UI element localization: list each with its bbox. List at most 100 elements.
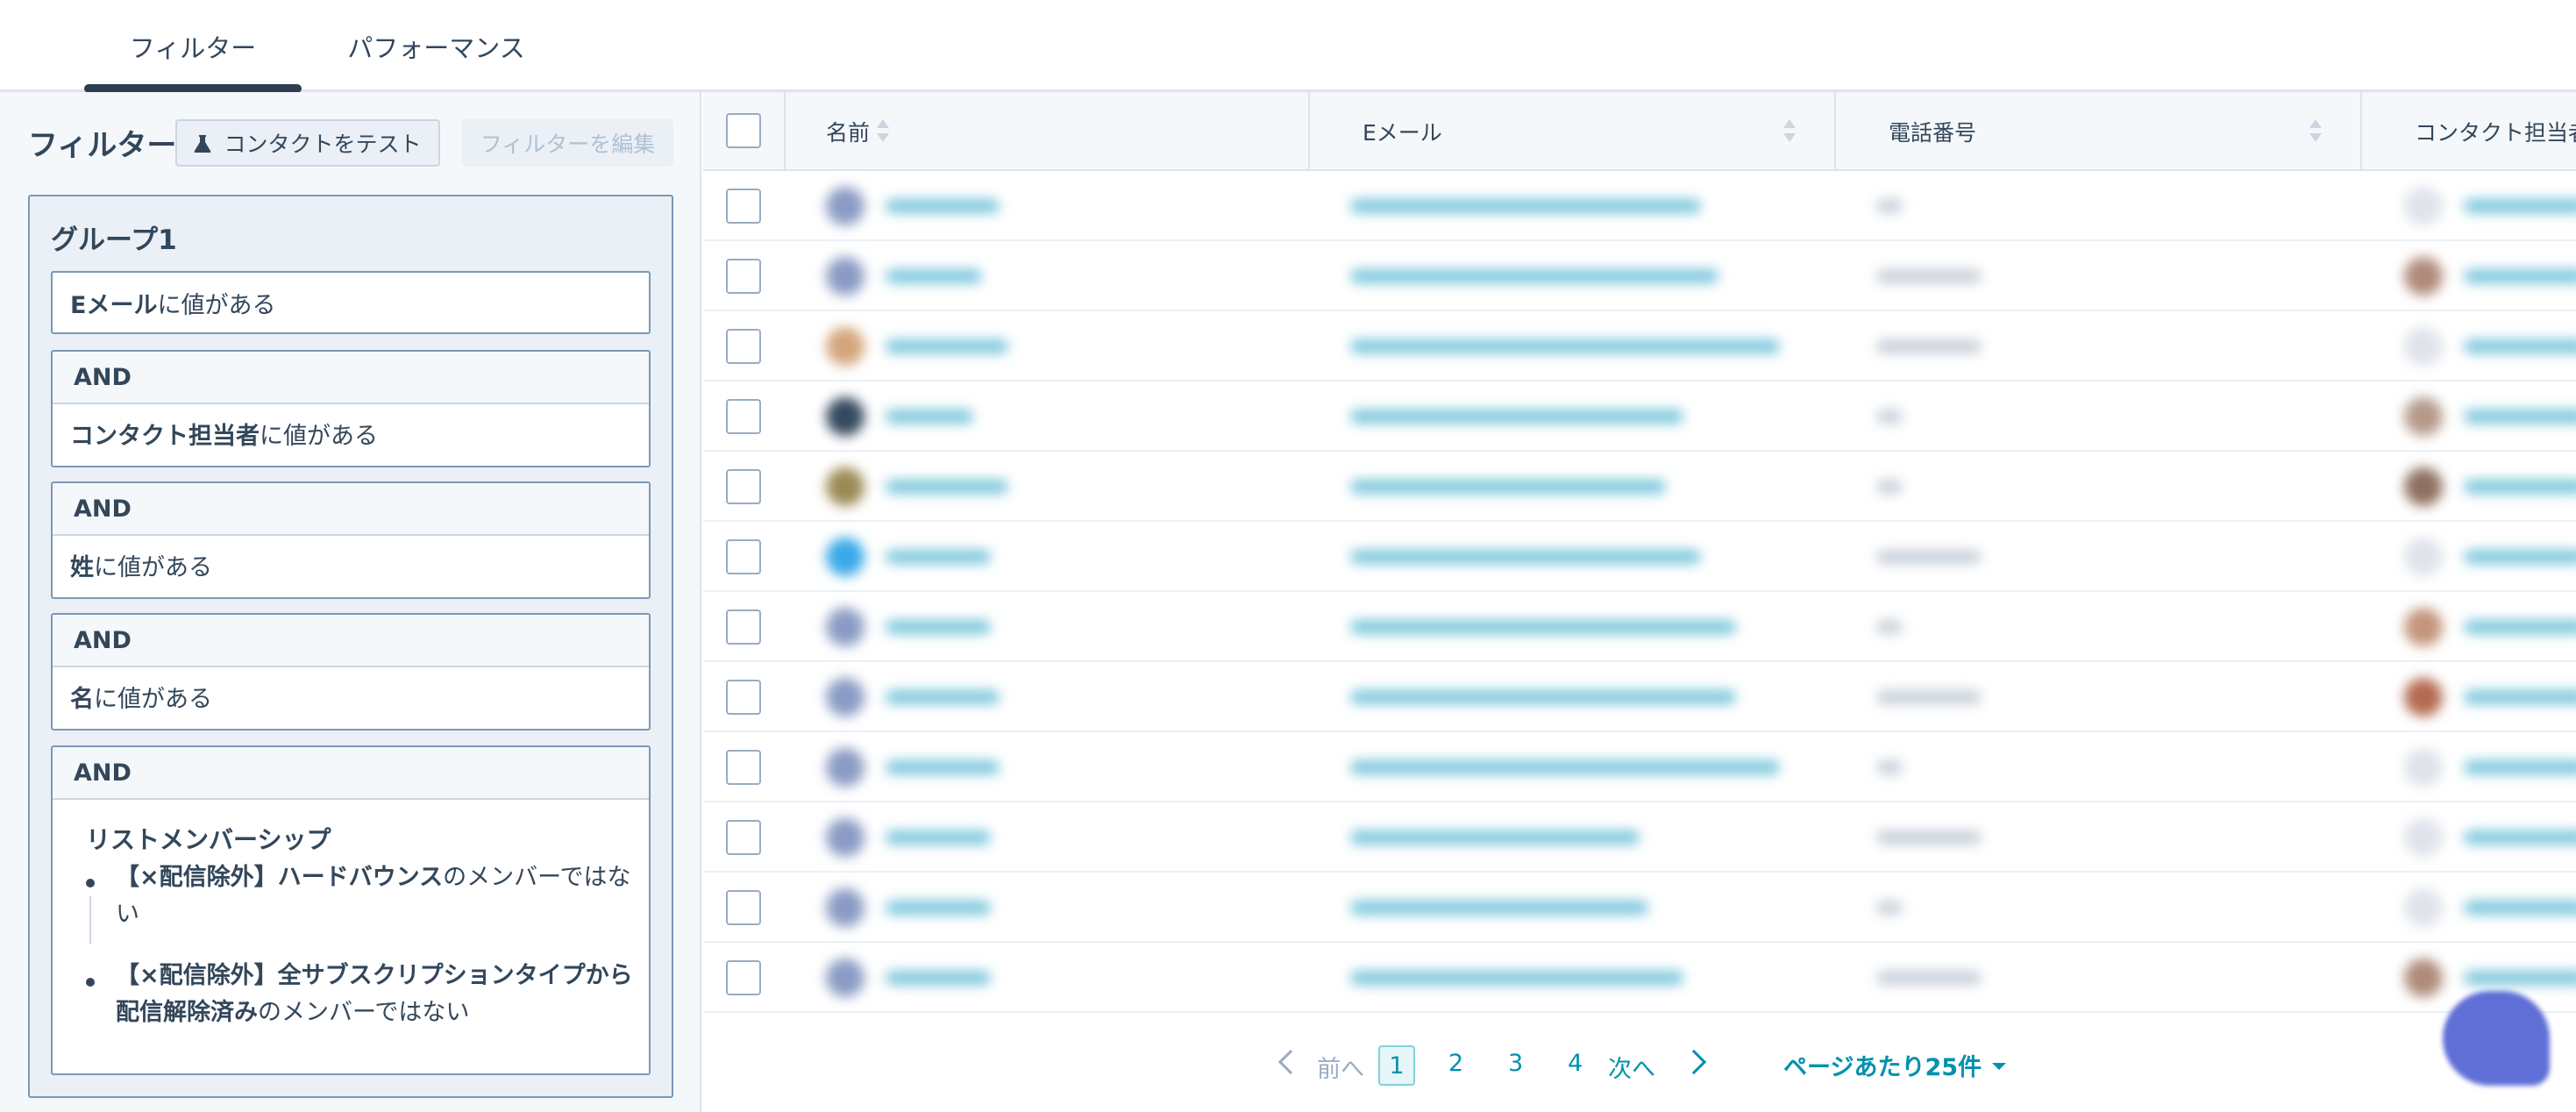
owner-avatar <box>2404 327 2443 366</box>
table-row[interactable] <box>703 452 2576 522</box>
row-checkbox[interactable] <box>726 680 761 715</box>
owner-name-link[interactable] <box>2464 760 2576 774</box>
table-row[interactable] <box>703 662 2576 732</box>
column-header-phone[interactable]: 電話番号 <box>1836 92 2362 171</box>
table-row[interactable] <box>703 802 2576 873</box>
row-checkbox[interactable] <box>726 960 761 995</box>
avatar <box>826 467 865 506</box>
owner-name-link[interactable] <box>2464 550 2576 564</box>
owner-name-link[interactable] <box>2464 901 2576 915</box>
owner-name-link[interactable] <box>2464 690 2576 704</box>
row-checkbox[interactable] <box>726 259 761 294</box>
page-3-button[interactable]: 3 <box>1508 1050 1523 1077</box>
table-row[interactable] <box>703 732 2576 802</box>
condition-operator: に値がある <box>94 685 212 713</box>
page-2-button[interactable]: 2 <box>1448 1050 1463 1077</box>
contact-name-link[interactable] <box>886 971 991 985</box>
filter-panel: フィルター コンタクトをテスト フィルターを編集 グループ1 Eメール に値がある… <box>0 92 701 1112</box>
row-checkbox[interactable] <box>726 399 761 434</box>
and-label: AND <box>53 615 649 667</box>
row-checkbox[interactable] <box>726 750 761 785</box>
filter-condition-owner[interactable]: AND コンタクト担当者 に値がある <box>51 350 651 467</box>
edit-filter-label: フィルターを編集 <box>480 132 656 157</box>
table-row[interactable] <box>703 522 2576 592</box>
chat-launcher-button[interactable] <box>2443 991 2550 1086</box>
column-header-email[interactable]: Eメール <box>1310 92 1836 171</box>
contact-name-link[interactable] <box>886 620 991 634</box>
owner-name-link[interactable] <box>2464 971 2576 985</box>
owner-name-link[interactable] <box>2464 199 2576 213</box>
list-membership-item: 【×配信除外】ハードバウンスのメンバーではない <box>116 859 633 933</box>
owner-name-link[interactable] <box>2464 269 2576 283</box>
contacts-table: 名前 Eメール 電話番号 コンタクト担当者 <box>703 92 2576 1022</box>
header-checkbox-cell <box>703 92 786 171</box>
filter-condition-email[interactable]: Eメール に値がある <box>51 271 651 334</box>
table-row[interactable] <box>703 311 2576 381</box>
contact-name-link[interactable] <box>886 339 1008 353</box>
table-row[interactable] <box>703 171 2576 241</box>
row-checkbox[interactable] <box>726 329 761 364</box>
contact-name-link[interactable] <box>886 199 1000 213</box>
list-name: 【×配信除外】ハードバウンス <box>116 864 444 891</box>
row-checkbox[interactable] <box>726 189 761 224</box>
owner-name-link[interactable] <box>2464 620 2576 634</box>
contact-name-link[interactable] <box>886 901 991 915</box>
owner-name-link[interactable] <box>2464 339 2576 353</box>
column-header-label: 名前 <box>826 120 871 146</box>
contact-name-link[interactable] <box>886 269 982 283</box>
and-label: AND <box>53 483 649 536</box>
table-row[interactable] <box>703 592 2576 662</box>
contact-name-link[interactable] <box>886 760 1000 774</box>
owner-name-link[interactable] <box>2464 480 2576 494</box>
table-row[interactable] <box>703 943 2576 1013</box>
tab-performance[interactable]: パフォーマンス <box>324 0 548 92</box>
edit-filter-button[interactable]: フィルターを編集 <box>462 119 673 167</box>
owner-name-link[interactable] <box>2464 830 2576 845</box>
and-label: AND <box>53 352 649 404</box>
condition-field: 姓 <box>70 553 94 581</box>
phone-value <box>1876 620 1903 634</box>
caret-down-icon <box>1992 1063 2006 1070</box>
filter-condition-list-membership[interactable]: AND リストメンバーシップ 【×配信除外】ハードバウンスのメンバーではない 【… <box>51 745 651 1075</box>
table-row[interactable] <box>703 381 2576 452</box>
group-title: グループ1 <box>51 225 177 256</box>
per-page-dropdown[interactable]: ページあたり25件 <box>1783 1048 1982 1082</box>
owner-avatar <box>2404 257 2443 296</box>
row-checkbox[interactable] <box>726 469 761 504</box>
row-checkbox[interactable] <box>726 890 761 925</box>
page-4-button[interactable]: 4 <box>1568 1050 1583 1077</box>
avatar <box>826 959 865 997</box>
table-row[interactable] <box>703 873 2576 943</box>
prev-page-button[interactable]: 前へ <box>1317 1050 1364 1084</box>
column-header-name[interactable]: 名前 <box>786 92 1310 171</box>
page-1-button[interactable]: 1 <box>1378 1045 1415 1086</box>
flask-icon <box>194 133 211 153</box>
contact-name-link[interactable] <box>886 480 1008 494</box>
contact-name-link[interactable] <box>886 690 1000 704</box>
condition-operator: に値がある <box>260 422 378 450</box>
bullet-connector <box>89 896 91 944</box>
filter-condition-firstname[interactable]: AND 名に値がある <box>51 613 651 731</box>
table-row[interactable] <box>703 241 2576 311</box>
next-page-button[interactable]: 次へ <box>1608 1050 1655 1084</box>
tab-filter[interactable]: フィルター <box>84 0 302 92</box>
column-header-owner[interactable]: コンタクト担当者 <box>2362 92 2576 171</box>
contact-name-link[interactable] <box>886 410 973 424</box>
contact-name-link[interactable] <box>886 550 991 564</box>
row-checkbox[interactable] <box>726 539 761 574</box>
filter-group: グループ1 Eメール に値がある AND コンタクト担当者 に値がある AND 姓に… <box>28 195 673 1098</box>
owner-name-link[interactable] <box>2464 410 2576 424</box>
phone-value <box>1876 199 1903 213</box>
row-checkbox[interactable] <box>726 609 761 645</box>
row-checkbox[interactable] <box>726 820 761 855</box>
contact-name-link[interactable] <box>886 830 991 845</box>
chevron-right-icon[interactable] <box>1681 1049 1707 1075</box>
test-contact-button[interactable]: コンタクトをテスト <box>175 119 440 167</box>
avatar <box>826 538 865 576</box>
column-header-label: Eメール <box>1363 120 1442 146</box>
sort-icon <box>877 119 889 144</box>
chevron-left-icon[interactable] <box>1277 1049 1304 1075</box>
email-value <box>1350 830 1640 845</box>
filter-condition-lastname[interactable]: AND 姓に値がある <box>51 481 651 599</box>
select-all-checkbox[interactable] <box>726 113 761 148</box>
